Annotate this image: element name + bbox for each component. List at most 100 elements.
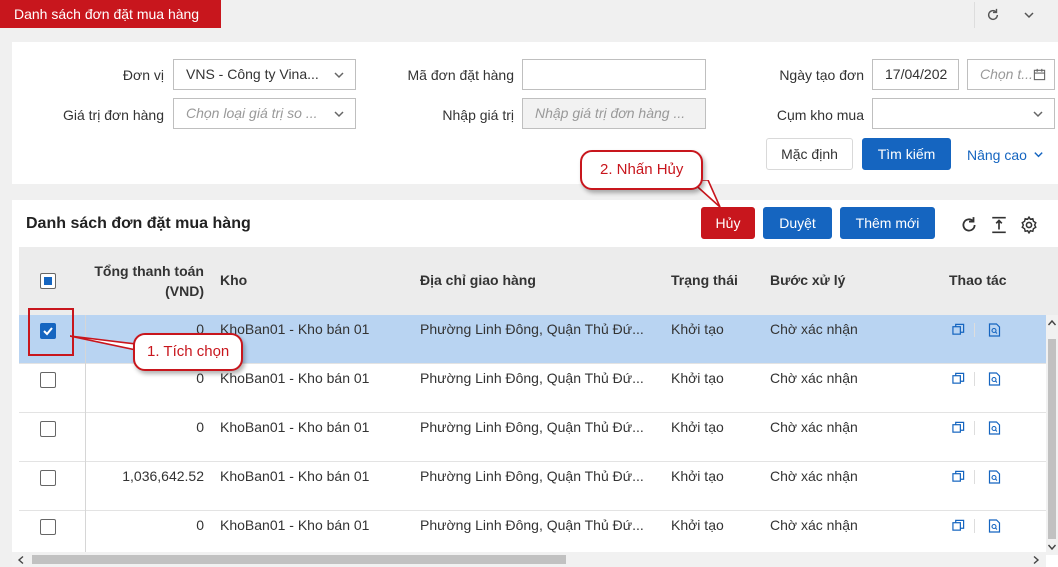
file-search-icon[interactable] <box>988 470 1002 484</box>
cum-kho-label: Cụm kho mua <box>776 107 864 123</box>
file-search-icon[interactable] <box>988 421 1002 435</box>
file-search-icon[interactable] <box>988 372 1002 386</box>
cell-step: Chờ xác nhận <box>770 468 858 484</box>
chevron-down-icon <box>1032 99 1044 128</box>
copy-icon[interactable] <box>952 470 966 484</box>
col-step-header[interactable]: Bước xử lý <box>770 272 845 288</box>
col-actions-header: Thao tác <box>949 272 1007 288</box>
cell-step: Chờ xác nhận <box>770 419 858 435</box>
nhap-gia-tri-label: Nhập giá trị <box>442 107 514 123</box>
settings-icon[interactable] <box>1018 214 1040 236</box>
order-list-panel: Danh sách đơn đặt mua hàng Hủy Duyệt Thê… <box>12 200 1058 567</box>
chevron-up-icon[interactable] <box>1046 317 1058 329</box>
select-all-checkbox[interactable] <box>40 273 56 289</box>
row-checkbox[interactable] <box>40 372 56 388</box>
copy-icon[interactable] <box>952 323 966 337</box>
cell-address: Phường Linh Đông, Quận Thủ Đứ... <box>420 370 644 386</box>
cell-step: Chờ xác nhận <box>770 370 858 386</box>
ngay-tao-label: Ngày tạo đơn <box>779 67 864 83</box>
cell-address: Phường Linh Đông, Quận Thủ Đứ... <box>420 468 644 484</box>
ngay-tao-from-input[interactable]: 17/04/202 <box>872 59 959 90</box>
cell-status: Khởi tạo <box>671 517 724 533</box>
cell-kho: KhoBan01 - Kho bán 01 <box>220 321 370 337</box>
ma-don-label: Mã đơn đặt hàng <box>407 67 514 83</box>
annotation-step2: 2. Nhấn Hủy <box>580 150 704 190</box>
col-status-header[interactable]: Trạng thái <box>671 272 738 288</box>
copy-icon[interactable] <box>952 421 966 435</box>
cell-kho: KhoBan01 - Kho bán 01 <box>220 370 370 386</box>
vertical-scroll-thumb[interactable] <box>1048 339 1056 539</box>
col-kho-header[interactable]: Kho <box>220 272 247 288</box>
cell-address: Phường Linh Đông, Quận Thủ Đứ... <box>420 517 644 533</box>
nhap-gia-tri-input[interactable]: Nhập giá trị đơn hàng ... <box>522 98 706 129</box>
copy-icon[interactable] <box>952 372 966 386</box>
cell-kho: KhoBan01 - Kho bán 01 <box>220 517 370 533</box>
search-button[interactable]: Tìm kiếm <box>862 138 951 170</box>
table-header: Tổng thanh toán (VND) Kho Địa chỉ giao h… <box>19 247 1058 315</box>
chevron-down-icon <box>1034 152 1043 158</box>
cell-status: Khởi tạo <box>671 419 724 435</box>
cancel-button[interactable]: Hủy <box>701 207 755 239</box>
action-divider <box>974 421 975 435</box>
annotation-step1: 1. Tích chọn <box>133 333 244 371</box>
filter-panel: Đơn vị VNS - Công ty Vina... Giá trị đơn… <box>12 42 1058 184</box>
ngay-tao-to-placeholder: Chọn t... <box>980 66 1033 82</box>
ngay-tao-to-input[interactable]: Chọn t... <box>967 59 1055 90</box>
chevron-down-icon[interactable] <box>1046 541 1058 553</box>
cell-status: Khởi tạo <box>671 321 724 337</box>
col-total-header: Tổng thanh toán (VND) <box>89 261 204 301</box>
row-checkbox[interactable] <box>40 519 56 535</box>
default-button[interactable]: Mặc định <box>766 138 853 170</box>
refresh-icon[interactable] <box>958 214 980 236</box>
chevron-left-icon[interactable] <box>15 554 27 566</box>
cum-kho-select[interactable] <box>872 98 1055 129</box>
divider <box>974 2 975 28</box>
chevron-right-icon[interactable] <box>1030 554 1042 566</box>
cell-step: Chờ xác nhận <box>770 321 858 337</box>
action-divider <box>974 519 975 533</box>
action-divider <box>974 470 975 484</box>
horizontal-scrollbar[interactable] <box>12 552 1046 567</box>
cell-status: Khởi tạo <box>671 468 724 484</box>
cell-total: 1,036,642.52 <box>122 468 204 484</box>
cell-step: Chờ xác nhận <box>770 517 858 533</box>
table-row[interactable]: 0 KhoBan01 - Kho bán 01 Phường Linh Đông, … <box>19 364 1046 413</box>
gia-tri-label: Giá trị đơn hàng <box>62 107 164 123</box>
vertical-scrollbar[interactable] <box>1046 315 1058 555</box>
horizontal-scroll-thumb[interactable] <box>32 555 566 564</box>
approve-button[interactable]: Duyệt <box>763 207 832 239</box>
col-address-header[interactable]: Địa chỉ giao hàng <box>420 272 536 288</box>
calendar-icon <box>1033 60 1046 89</box>
list-title: Danh sách đơn đặt mua hàng <box>26 215 251 232</box>
don-vi-value: VNS - Công ty Vina... <box>186 66 319 82</box>
chevron-down-icon <box>333 99 345 128</box>
file-search-icon[interactable] <box>988 323 1002 337</box>
chevron-down-icon[interactable] <box>1014 4 1044 26</box>
tab-purchase-order-list[interactable]: Danh sách đơn đặt mua hàng <box>0 0 221 28</box>
advanced-label: Nâng cao <box>967 147 1027 163</box>
don-vi-select[interactable]: VNS - Công ty Vina... <box>173 59 356 90</box>
file-search-icon[interactable] <box>988 519 1002 533</box>
top-tab-bar: Danh sách đơn đặt mua hàng <box>0 0 1058 29</box>
ma-don-input[interactable] <box>522 59 706 90</box>
refresh-icon[interactable] <box>978 4 1008 26</box>
copy-icon[interactable] <box>952 519 966 533</box>
gia-tri-select[interactable]: Chọn loại giá trị so ... <box>173 98 356 129</box>
column-height-icon[interactable] <box>988 214 1010 236</box>
cell-total: 0 <box>196 517 204 533</box>
gia-tri-placeholder: Chọn loại giá trị so ... <box>186 105 318 121</box>
cell-status: Khởi tạo <box>671 370 724 386</box>
cell-total: 0 <box>196 419 204 435</box>
chevron-down-icon <box>333 60 345 89</box>
row-checkbox[interactable] <box>40 470 56 486</box>
row-checkbox[interactable] <box>40 421 56 437</box>
highlight-box <box>28 308 74 356</box>
table-row[interactable]: 1,036,642.52 KhoBan01 - Kho bán 01 Phường … <box>19 462 1046 511</box>
col-total-line1: Tổng thanh toán <box>94 263 204 279</box>
advanced-link[interactable]: Nâng cao <box>967 147 1044 163</box>
cell-kho: KhoBan01 - Kho bán 01 <box>220 419 370 435</box>
table-row[interactable]: 0 KhoBan01 - Kho bán 01 Phường Linh Đông, … <box>19 413 1046 462</box>
cell-kho: KhoBan01 - Kho bán 01 <box>220 468 370 484</box>
action-divider <box>974 372 975 386</box>
add-new-button[interactable]: Thêm mới <box>840 207 935 239</box>
